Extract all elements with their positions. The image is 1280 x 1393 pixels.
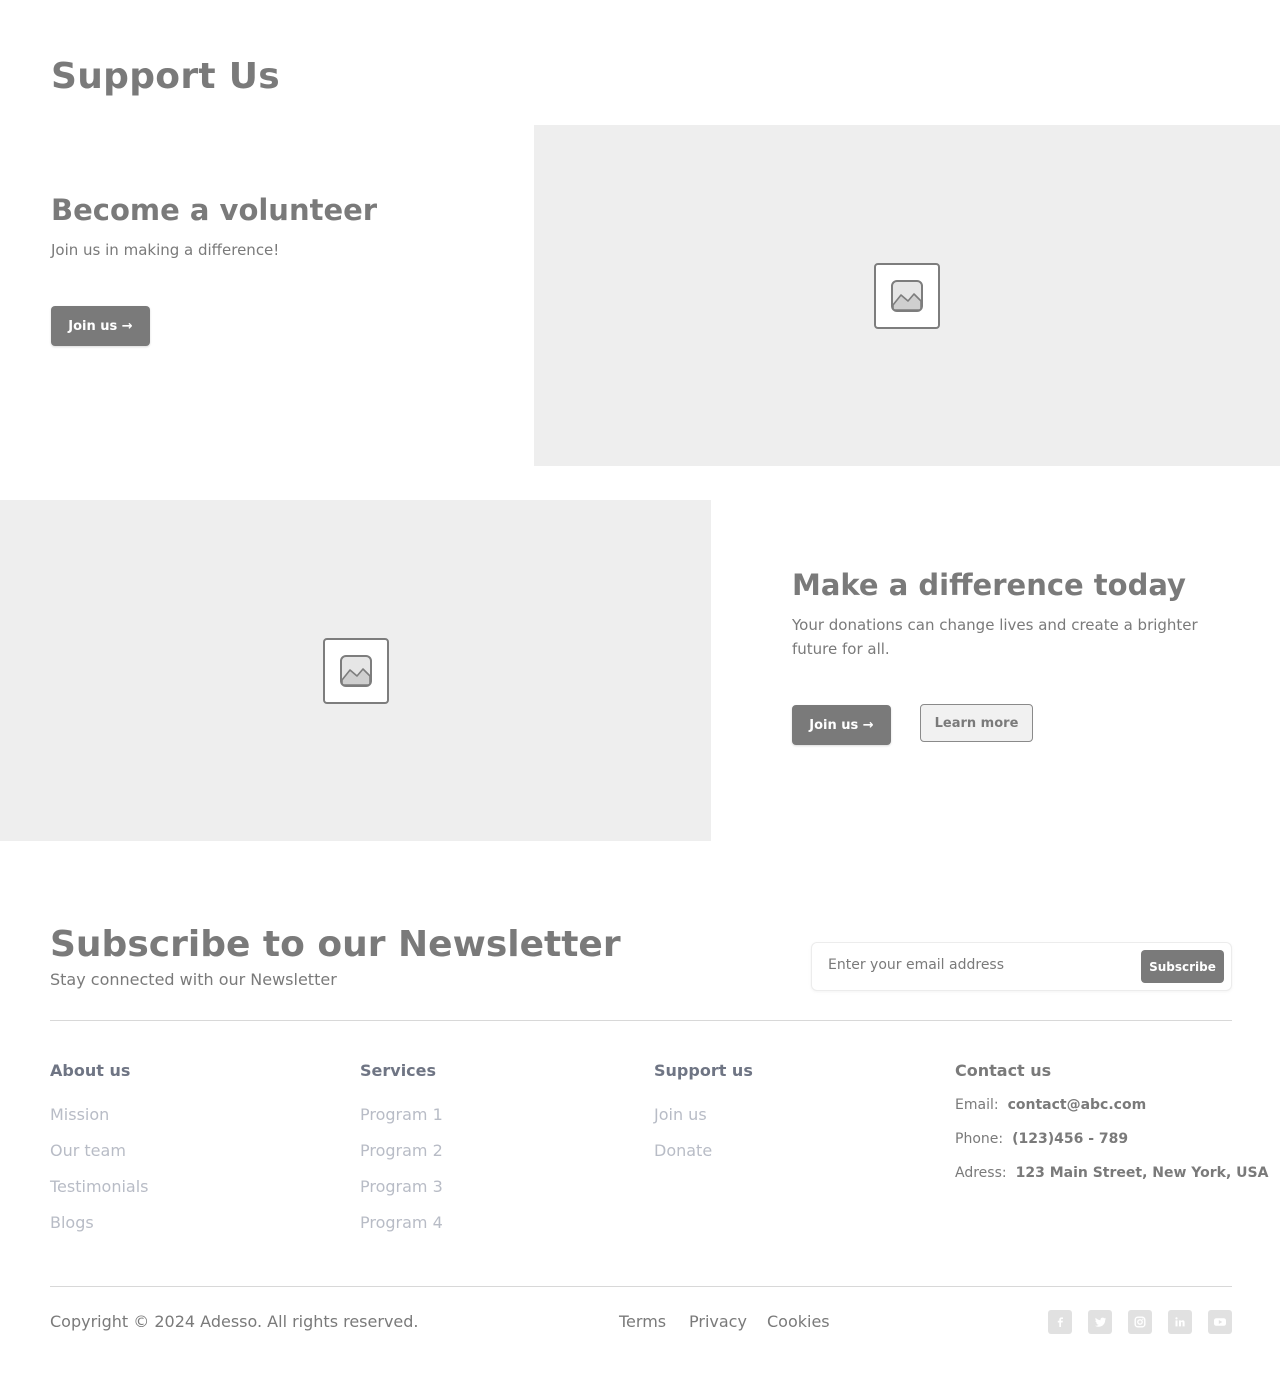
subscribe-button[interactable]: Subscribe [1141, 950, 1224, 983]
linkedin-icon[interactable] [1168, 1310, 1192, 1334]
footer-contact-heading: Contact us [955, 1061, 1052, 1080]
difference-join-button[interactable]: Join us → [792, 705, 891, 745]
footer-about-heading: About us [50, 1061, 131, 1080]
email-input[interactable] [828, 957, 1128, 973]
newsletter-title: Subscribe to our Newsletter [50, 924, 621, 965]
contact-email-label: Email: [955, 1097, 999, 1113]
footer-link-join-us[interactable]: Join us [654, 1105, 707, 1124]
volunteer-title: Become a volunteer [51, 193, 378, 227]
footer-link-our-team[interactable]: Our team [50, 1141, 126, 1160]
footer-divider-top [50, 1020, 1232, 1021]
footer-support-heading: Support us [654, 1061, 753, 1080]
newsletter-subtitle: Stay connected with our Newsletter [50, 970, 337, 989]
image-placeholder-icon [323, 638, 389, 704]
contact-address-label: Adress: [955, 1165, 1007, 1181]
volunteer-subtitle: Join us in making a difference! [51, 241, 280, 259]
learn-more-button[interactable]: Learn more [920, 704, 1033, 742]
contact-address: Adress: 123 Main Street, New York, USA [955, 1165, 1268, 1181]
footer-link-program-4[interactable]: Program 4 [360, 1213, 443, 1232]
difference-subtitle: Your donations can change lives and crea… [792, 616, 1198, 658]
footer-link-blogs[interactable]: Blogs [50, 1213, 94, 1232]
youtube-icon[interactable] [1208, 1310, 1232, 1334]
footer-link-program-1[interactable]: Program 1 [360, 1105, 443, 1124]
twitter-icon[interactable] [1088, 1310, 1112, 1334]
contact-phone-label: Phone: [955, 1131, 1004, 1147]
volunteer-image [534, 125, 1280, 466]
contact-email-value[interactable]: contact@abc.com [1008, 1097, 1147, 1113]
volunteer-join-button[interactable]: Join us → [51, 306, 150, 346]
contact-address-value: 123 Main Street, New York, USA [1015, 1165, 1269, 1181]
contact-phone-value[interactable]: (123)456 - 789 [1012, 1131, 1128, 1147]
contact-phone: Phone: (123)456 - 789 [955, 1131, 1128, 1147]
difference-title: Make a difference today [792, 568, 1186, 602]
newsletter-form: Subscribe [811, 942, 1232, 991]
copyright-text: Copyright © 2024 Adesso. All rights rese… [50, 1312, 419, 1331]
footer-link-mission[interactable]: Mission [50, 1105, 109, 1124]
footer-link-donate[interactable]: Donate [654, 1141, 712, 1160]
footer-link-program-2[interactable]: Program 2 [360, 1141, 443, 1160]
footer-link-program-3[interactable]: Program 3 [360, 1177, 443, 1196]
footer-services-heading: Services [360, 1061, 437, 1080]
footer-divider-bottom [50, 1286, 1232, 1287]
image-placeholder-icon [874, 263, 940, 329]
facebook-icon[interactable] [1048, 1310, 1072, 1334]
contact-email: Email: contact@abc.com [955, 1097, 1146, 1113]
privacy-link[interactable]: Privacy [689, 1312, 747, 1331]
footer-link-testimonials[interactable]: Testimonials [50, 1177, 149, 1196]
cookies-link[interactable]: Cookies [767, 1312, 830, 1331]
donation-image [0, 500, 711, 841]
instagram-icon[interactable] [1128, 1310, 1152, 1334]
page-title: Support Us [51, 56, 280, 97]
terms-link[interactable]: Terms [619, 1312, 666, 1331]
